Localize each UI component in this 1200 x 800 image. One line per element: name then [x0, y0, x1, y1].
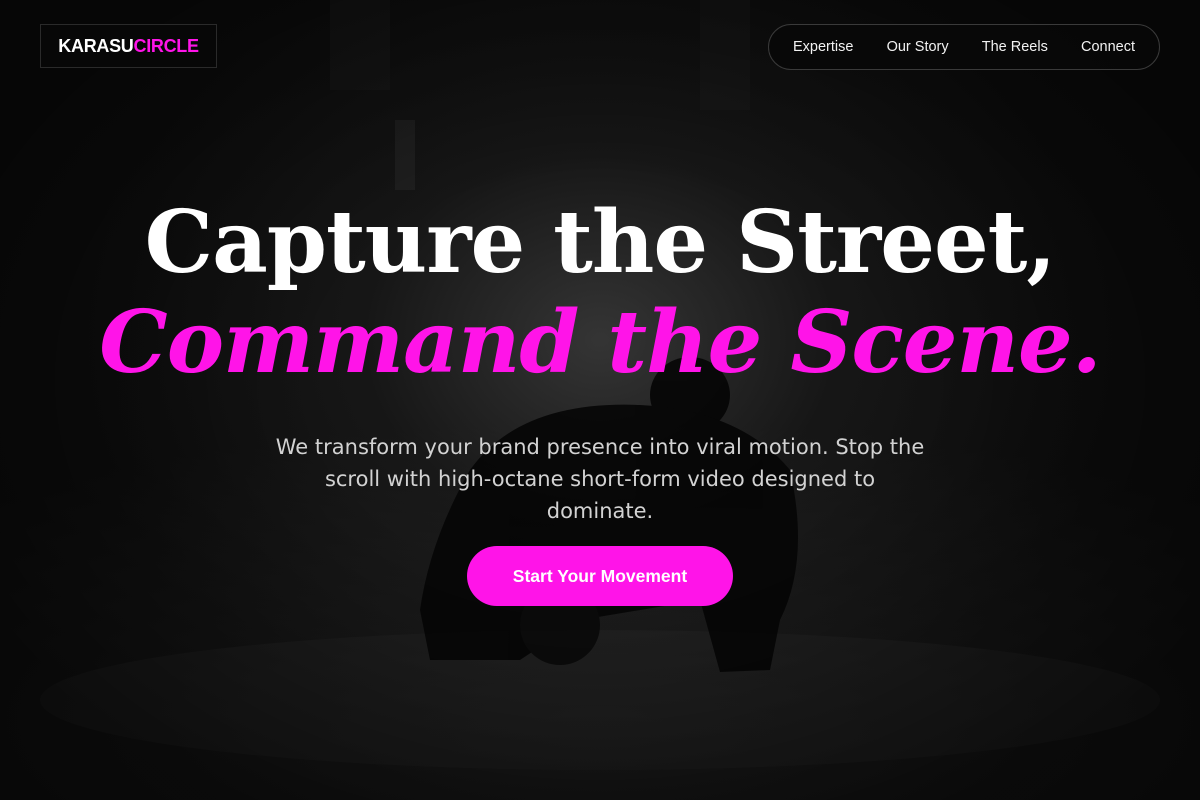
start-movement-button[interactable]: Start Your Movement: [467, 546, 733, 606]
hero-section: KARASU CIRCLE Expertise Our Story The Ree…: [0, 0, 1200, 800]
nav-link-connect[interactable]: Connect: [1081, 39, 1135, 55]
main-nav: Expertise Our Story The Reels Connect: [768, 24, 1160, 70]
hero-headline-line1: Capture the Street,: [144, 192, 1057, 293]
nav-link-expertise[interactable]: Expertise: [793, 39, 853, 55]
background-photo: [40, 0, 1160, 770]
hero-subtext: We transform your brand presence into vi…: [275, 435, 925, 523]
logo-text-accent: CIRCLE: [133, 35, 200, 56]
logo-text-primary: KARASU: [58, 35, 134, 56]
nav-link-the-reels[interactable]: The Reels: [982, 39, 1048, 55]
nav-link-our-story[interactable]: Our Story: [887, 39, 949, 55]
logo[interactable]: KARASU CIRCLE: [40, 24, 217, 68]
hero-headline-line2: Command the Scene.: [99, 292, 1101, 393]
